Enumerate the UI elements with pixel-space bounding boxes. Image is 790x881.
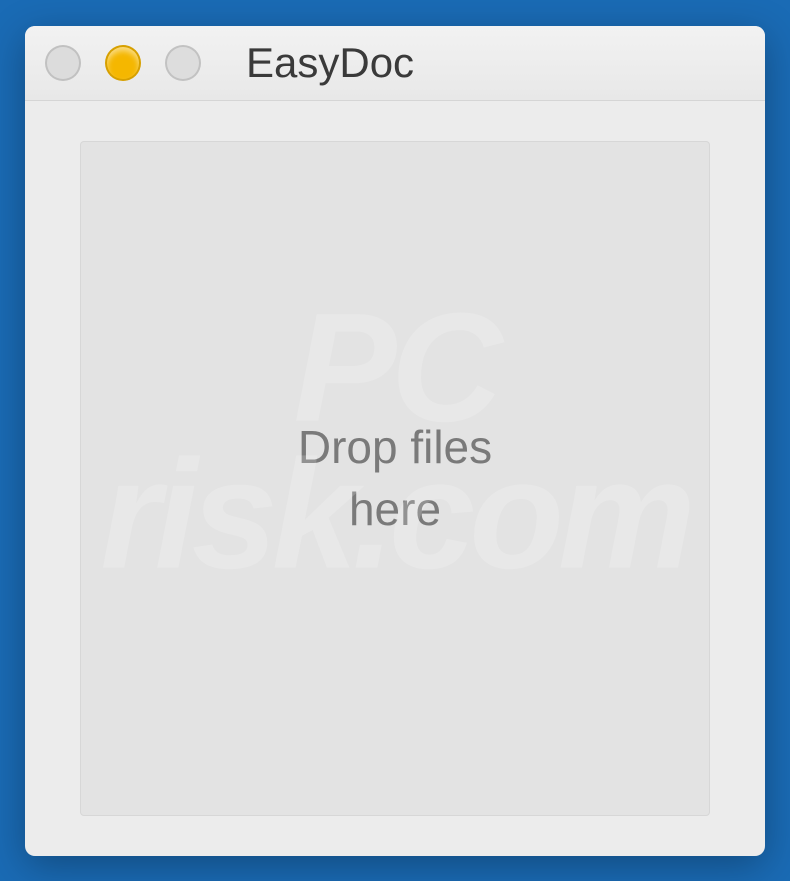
zoom-button[interactable] bbox=[165, 45, 201, 81]
traffic-lights bbox=[45, 45, 201, 81]
close-button[interactable] bbox=[45, 45, 81, 81]
app-window: EasyDoc Drop files here bbox=[25, 26, 765, 856]
window-title: EasyDoc bbox=[246, 39, 414, 87]
dropzone[interactable]: Drop files here bbox=[80, 141, 710, 816]
minimize-button[interactable] bbox=[105, 45, 141, 81]
dropzone-label: Drop files here bbox=[298, 416, 492, 540]
titlebar[interactable]: EasyDoc bbox=[25, 26, 765, 101]
window-content: Drop files here bbox=[25, 101, 765, 856]
